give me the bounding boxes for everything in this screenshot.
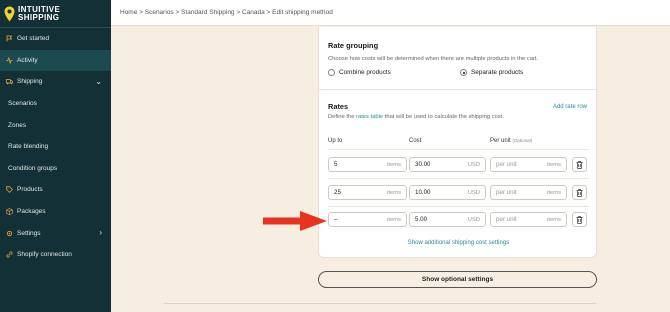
brand-name: INTUITIVE SHIPPING bbox=[18, 6, 60, 22]
sidebar-item-rate-blending[interactable]: Rate blending bbox=[0, 136, 111, 158]
sidebar-item-label: Products bbox=[17, 186, 43, 194]
per-unit-unit: items bbox=[547, 216, 561, 223]
radio-combine-products[interactable]: Combine products bbox=[328, 69, 391, 76]
gear-icon bbox=[6, 230, 13, 236]
cost-input[interactable]: 30.00 USD bbox=[409, 157, 486, 172]
up-to-input[interactable]: 25 items bbox=[328, 185, 407, 200]
sidebar-item-label: Scenarios bbox=[8, 100, 37, 108]
sidebar-item-label: Shopify connection bbox=[17, 251, 72, 259]
radio-indicator bbox=[328, 69, 335, 76]
rates-description-text: Define the bbox=[328, 114, 357, 120]
trash-icon bbox=[576, 215, 583, 224]
delete-row-button[interactable] bbox=[572, 212, 587, 227]
sidebar-item-zones[interactable]: Zones bbox=[0, 114, 111, 136]
per-unit-unit: items bbox=[547, 189, 561, 196]
radio-label: Combine products bbox=[339, 69, 391, 76]
currency-label: USD bbox=[467, 189, 480, 196]
sidebar-item-label: Zones bbox=[8, 121, 27, 129]
sidebar-item-products[interactable]: Products bbox=[0, 179, 111, 201]
sidebar-item-label: Activity bbox=[17, 56, 38, 64]
sidebar-item-label: Rate blending bbox=[8, 143, 49, 151]
sidebar-item-label: Get started bbox=[17, 35, 50, 43]
cost-value: 30.00 bbox=[415, 161, 431, 168]
brand-line-2: SHIPPING bbox=[18, 13, 60, 22]
column-header-per-unit: Per unit (Optional) bbox=[490, 138, 532, 144]
cost-value: 10.00 bbox=[415, 189, 431, 196]
radio-label: Separate products bbox=[471, 69, 524, 76]
sidebar-item-shopify-connection[interactable]: Shopify connection bbox=[0, 244, 111, 266]
optional-note: (Optional) bbox=[512, 138, 533, 143]
sidebar-item-condition-groups[interactable]: Condition groups bbox=[0, 158, 111, 180]
sidebar-item-shipping[interactable]: Shipping ⌄ bbox=[0, 71, 111, 93]
up-to-value: 25 bbox=[334, 189, 341, 196]
chevron-right-icon: › bbox=[99, 228, 102, 238]
sidebar-item-settings[interactable]: Settings › bbox=[0, 222, 111, 244]
currency-label: USD bbox=[467, 161, 480, 168]
up-to-unit: items bbox=[387, 216, 401, 223]
sidebar-item-label: Condition groups bbox=[8, 164, 58, 172]
breadcrumb[interactable]: Home > Scenarios > Standard Shipping > C… bbox=[120, 9, 333, 16]
delete-row-button[interactable] bbox=[572, 185, 587, 200]
per-unit-input[interactable]: per unit items bbox=[490, 157, 567, 172]
show-additional-settings-link[interactable]: Show additional shipping cost settings bbox=[319, 240, 598, 246]
column-header-up-to: Up to bbox=[328, 138, 343, 144]
link-icon bbox=[6, 251, 13, 258]
page-divider bbox=[164, 303, 596, 304]
section-divider bbox=[319, 89, 598, 90]
tag-icon bbox=[6, 186, 13, 194]
per-unit-input[interactable]: per unit items bbox=[490, 185, 567, 200]
column-header-cost: Cost bbox=[409, 138, 422, 144]
up-to-input[interactable]: 5 items bbox=[328, 157, 407, 172]
rate-grouping-title: Rate grouping bbox=[328, 41, 379, 50]
truck-icon bbox=[6, 79, 13, 85]
up-to-unit: items bbox=[387, 189, 401, 196]
radio-separate-products[interactable]: Separate products bbox=[460, 69, 523, 76]
per-unit-placeholder: per unit bbox=[496, 161, 517, 168]
add-rate-row-link[interactable]: Add rate row bbox=[553, 104, 587, 110]
sidebar-item-label: Packages bbox=[17, 208, 46, 216]
package-icon bbox=[6, 208, 13, 215]
up-to-input[interactable]: – items bbox=[328, 212, 407, 227]
rates-description: Define the rates table that will be used… bbox=[328, 114, 504, 120]
sidebar-item-packages[interactable]: Packages bbox=[0, 201, 111, 223]
sidebar-item-activity[interactable]: Activity bbox=[0, 49, 111, 72]
up-to-value: 5 bbox=[334, 161, 338, 168]
sidebar-item-label: Shipping bbox=[17, 78, 43, 86]
activity-icon bbox=[6, 56, 13, 64]
up-to-value: – bbox=[334, 216, 338, 223]
per-unit-label: Per unit bbox=[490, 138, 511, 144]
location-pin-icon bbox=[4, 6, 15, 22]
rates-table-link[interactable]: rates table bbox=[356, 114, 383, 120]
top-bar: Home > Scenarios > Standard Shipping > C… bbox=[111, 0, 670, 26]
sidebar-item-scenarios[interactable]: Scenarios bbox=[0, 93, 111, 115]
flag-icon bbox=[6, 35, 13, 42]
rates-title: Rates bbox=[328, 102, 349, 111]
chevron-down-icon: ⌄ bbox=[95, 77, 102, 87]
show-optional-settings-button[interactable]: Show optional settings bbox=[318, 271, 597, 288]
cost-input[interactable]: 5.00 USD bbox=[409, 212, 486, 227]
per-unit-placeholder: per unit bbox=[496, 189, 517, 196]
sidebar-item-label: Settings bbox=[17, 229, 41, 237]
delete-row-button[interactable] bbox=[572, 157, 587, 172]
trash-icon bbox=[576, 160, 583, 169]
red-arrow-annotation bbox=[263, 211, 327, 231]
radio-indicator bbox=[460, 69, 467, 76]
up-to-unit: items bbox=[387, 161, 401, 168]
per-unit-placeholder: per unit bbox=[496, 216, 517, 223]
sidebar: INTUITIVE SHIPPING Get started Activity … bbox=[0, 0, 111, 312]
sidebar-item-get-started[interactable]: Get started bbox=[0, 28, 111, 50]
row-separator bbox=[328, 149, 589, 150]
per-unit-unit: items bbox=[547, 161, 561, 168]
cost-input[interactable]: 10.00 USD bbox=[409, 185, 486, 200]
cost-value: 5.00 bbox=[415, 216, 428, 223]
row-separator bbox=[328, 206, 589, 207]
currency-label: USD bbox=[467, 216, 480, 223]
shipping-method-card: Rate grouping Choose how costs will be d… bbox=[318, 27, 598, 258]
rate-grouping-description: Choose how costs will be determined when… bbox=[328, 56, 539, 62]
row-separator bbox=[328, 178, 589, 179]
rates-description-text: that will be used to calculate the shipp… bbox=[383, 114, 504, 120]
trash-icon bbox=[576, 188, 583, 197]
per-unit-input[interactable]: per unit items bbox=[490, 212, 567, 227]
brand-logo[interactable]: INTUITIVE SHIPPING bbox=[0, 0, 111, 28]
